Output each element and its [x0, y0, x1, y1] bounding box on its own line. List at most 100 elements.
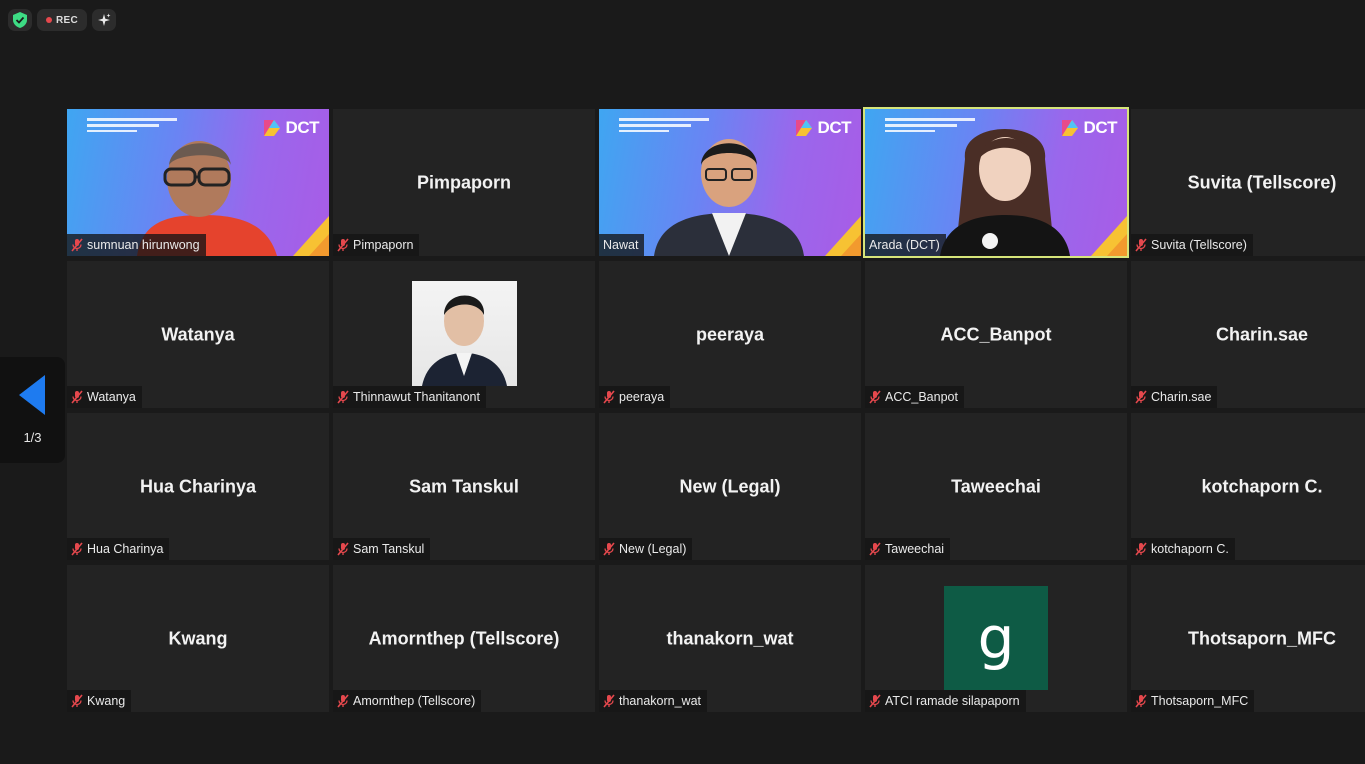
participant-name: Watanya — [87, 390, 136, 404]
participant-name-label: sumnuan hirunwong — [67, 234, 206, 256]
participant-tile[interactable]: DCT Nawat — [599, 109, 861, 256]
participant-video-person — [654, 139, 804, 256]
participant-display-name: New (Legal) — [679, 476, 781, 496]
participant-profile-photo — [412, 281, 517, 386]
participant-name-label: Nawat — [599, 234, 645, 256]
muted-mic-icon — [1135, 694, 1147, 708]
muted-mic-icon — [71, 542, 83, 556]
muted-mic-icon — [337, 694, 349, 708]
participant-name: kotchaporn C. — [1151, 542, 1229, 556]
muted-mic-icon — [603, 694, 615, 708]
participant-name: Suvita (Tellscore) — [1151, 238, 1247, 252]
participant-display-name: Hua Charinya — [139, 476, 257, 496]
participant-name: Hua Charinya — [87, 542, 164, 556]
participant-name: Arada (DCT) — [869, 238, 940, 252]
participant-name-label: Kwang — [67, 690, 132, 712]
participant-name-label: ACC_Banpot — [865, 386, 964, 408]
participant-tile[interactable]: Charin.sae Charin.sae — [1131, 261, 1365, 408]
banner-corner-accent — [1107, 234, 1127, 256]
participant-tile[interactable]: Kwang Kwang — [67, 565, 329, 712]
participant-name-label: peeraya — [599, 386, 671, 408]
sparkle-icon — [98, 13, 111, 26]
participant-display-name: ACC_Banpot — [940, 324, 1052, 344]
shield-icon — [13, 12, 27, 28]
participant-tile[interactable]: thanakorn_wat thanakorn_wat — [599, 565, 861, 712]
muted-mic-icon — [337, 542, 349, 556]
participant-name: Sam Tanskul — [353, 542, 425, 556]
participant-display-name: thanakorn_wat — [666, 628, 794, 648]
participant-name: sumnuan hirunwong — [87, 238, 200, 252]
participant-name: ATCI ramade silapaporn — [885, 694, 1020, 708]
recording-label: REC — [55, 14, 78, 26]
muted-mic-icon — [71, 238, 83, 252]
participant-display-name: Charin.sae — [1215, 324, 1309, 344]
participant-tile[interactable]: New (Legal) New (Legal) — [599, 413, 861, 560]
ai-companion-button[interactable] — [92, 9, 116, 31]
participant-tile[interactable]: DCT sumnuan hirunwong — [67, 109, 329, 256]
participant-name-label: Watanya — [67, 386, 142, 408]
participant-name-label: Sam Tanskul — [333, 538, 431, 560]
participant-video-person — [940, 129, 1070, 256]
participant-display-name: Taweechai — [951, 476, 1041, 496]
previous-page-arrow-icon[interactable] — [19, 375, 45, 415]
participant-tile[interactable]: Suvita (Tellscore) Suvita (Tellscore) — [1131, 109, 1365, 256]
participant-name-label: Pimpaporn — [333, 234, 420, 256]
participant-display-name: Suvita (Tellscore) — [1187, 172, 1337, 192]
page-indicator: 1/3 — [23, 430, 42, 445]
participant-display-name: peeraya — [695, 324, 765, 344]
participant-name: Pimpaporn — [353, 238, 414, 252]
participant-display-name: Thotsaporn_MFC — [1188, 628, 1336, 648]
participant-tile[interactable]: g ATCI ramade silapaporn — [865, 565, 1127, 712]
participant-tile[interactable]: Thinnawut Thanitanont — [333, 261, 595, 408]
muted-mic-icon — [337, 238, 349, 252]
muted-mic-icon — [869, 390, 881, 404]
muted-mic-icon — [603, 542, 615, 556]
participant-tile[interactable]: Pimpaporn Pimpaporn — [333, 109, 595, 256]
participant-avatar: g — [944, 586, 1048, 690]
participant-name: Amornthep (Tellscore) — [353, 694, 476, 708]
participant-tile[interactable]: Thotsaporn_MFC Thotsaporn_MFC — [1131, 565, 1365, 712]
participant-name-label: ATCI ramade silapaporn — [865, 690, 1026, 712]
muted-mic-icon — [71, 390, 83, 404]
banner-corner-accent — [309, 234, 329, 256]
participant-name: Thinnawut Thanitanont — [353, 390, 480, 404]
participant-tile[interactable]: Amornthep (Tellscore) Amornthep (Tellscor… — [333, 565, 595, 712]
recording-dot-icon — [45, 17, 52, 23]
participant-display-name: Kwang — [168, 628, 228, 648]
participant-name: New (Legal) — [619, 542, 687, 556]
muted-mic-icon — [1135, 390, 1147, 404]
participant-tile[interactable]: Taweechai Taweechai — [865, 413, 1127, 560]
participant-name: thanakorn_wat — [619, 694, 702, 708]
security-button[interactable] — [8, 9, 32, 31]
participant-display-name: Sam Tanskul — [409, 476, 519, 496]
banner-corner-accent — [841, 234, 861, 256]
participant-name: Nawat — [603, 238, 639, 252]
participant-tile[interactable]: ACC_Banpot ACC_Banpot — [865, 261, 1127, 408]
participant-tile[interactable]: peeraya peeraya — [599, 261, 861, 408]
recording-indicator[interactable]: REC — [37, 9, 87, 31]
muted-mic-icon — [603, 390, 615, 404]
participant-name-label: Thinnawut Thanitanont — [333, 386, 486, 408]
participant-name-label: Thotsaporn_MFC — [1131, 690, 1255, 712]
muted-mic-icon — [869, 694, 881, 708]
participant-name-label: thanakorn_wat — [599, 690, 708, 712]
participant-name-label: Hua Charinya — [67, 538, 170, 560]
participant-display-name: kotchaporn C. — [1201, 476, 1323, 496]
participant-name-label: New (Legal) — [599, 538, 693, 560]
participant-name-label: Amornthep (Tellscore) — [333, 690, 482, 712]
participant-tile[interactable]: kotchaporn C. kotchaporn C. — [1131, 413, 1365, 560]
muted-mic-icon — [1135, 238, 1147, 252]
participant-name: Kwang — [87, 694, 126, 708]
participant-name: peeraya — [619, 390, 665, 404]
participant-name: ACC_Banpot — [885, 390, 958, 404]
muted-mic-icon — [71, 694, 83, 708]
participant-tile[interactable]: Hua Charinya Hua Charinya — [67, 413, 329, 560]
participant-name: Taweechai — [885, 542, 945, 556]
muted-mic-icon — [869, 542, 881, 556]
participant-name-label: Charin.sae — [1131, 386, 1218, 408]
participant-tile[interactable]: DCT Arada (DCT) — [863, 107, 1129, 258]
participant-name-label: Suvita (Tellscore) — [1131, 234, 1253, 256]
participant-name-label: kotchaporn C. — [1131, 538, 1235, 560]
participant-tile[interactable]: Watanya Watanya — [67, 261, 329, 408]
participant-tile[interactable]: Sam Tanskul Sam Tanskul — [333, 413, 595, 560]
